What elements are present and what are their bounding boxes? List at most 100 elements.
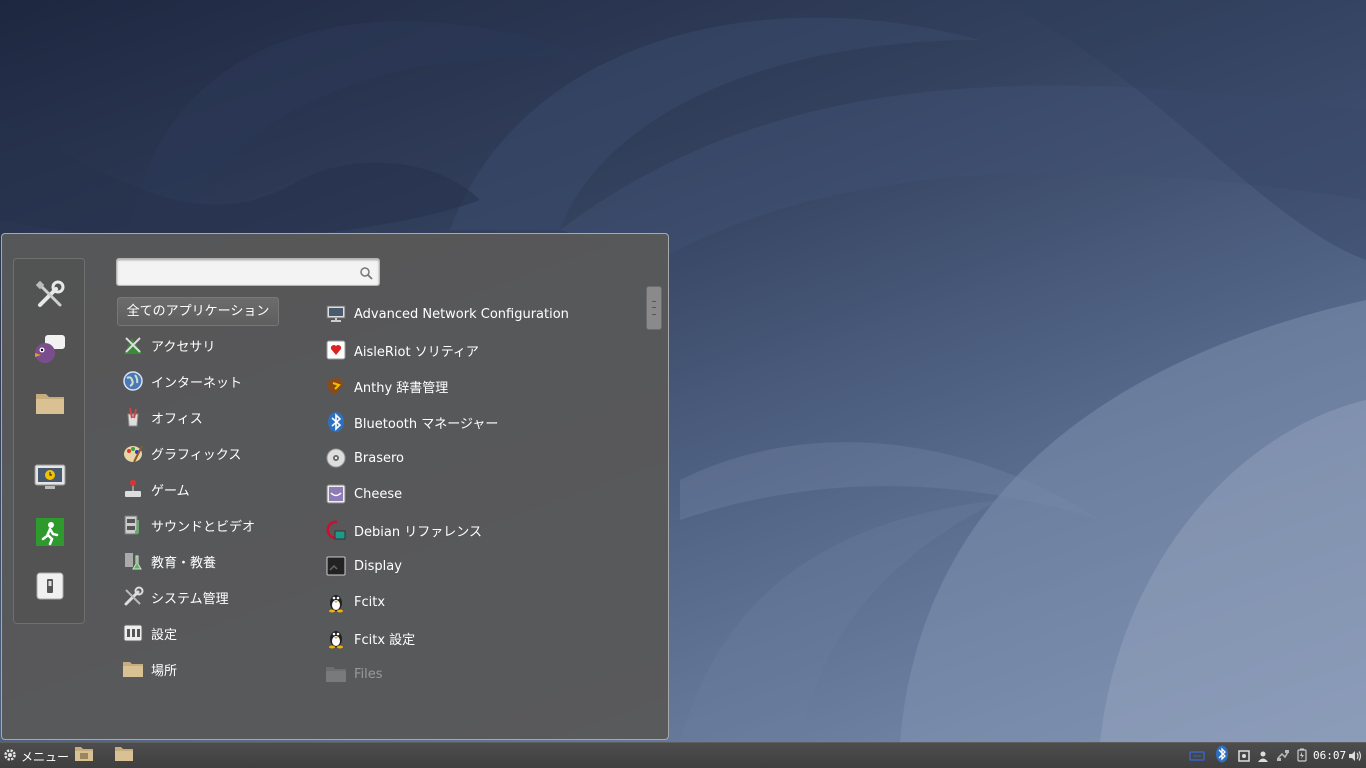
category-system-tools[interactable]: システム管理	[122, 584, 292, 610]
category-graphics[interactable]: グラフィックス	[122, 440, 292, 466]
app-label: Bluetooth マネージャー	[354, 416, 499, 432]
bluetooth-tray-button[interactable]	[1213, 745, 1231, 767]
keyboard-icon	[1189, 747, 1205, 766]
category-label: 場所	[151, 663, 178, 679]
keyboard-layout-indicator[interactable]	[1188, 746, 1206, 766]
app-fcitx[interactable]: Fcitx	[325, 588, 625, 616]
tux-icon	[325, 591, 347, 613]
files-launcher-button[interactable]	[113, 746, 135, 766]
category-label: ゲーム	[151, 483, 190, 499]
user-tray-button[interactable]	[1255, 746, 1271, 766]
category-label: インターネット	[151, 375, 243, 391]
office-icon	[122, 406, 144, 428]
app-label: Fcitx 設定	[354, 632, 416, 648]
screenshot-tray-button[interactable]	[1236, 746, 1252, 766]
favorite-tools[interactable]	[32, 279, 68, 315]
app-label: Display	[354, 558, 402, 574]
category-office[interactable]: オフィス	[122, 404, 292, 430]
app-label: Anthy 辞書管理	[354, 380, 449, 396]
graphics-icon	[122, 442, 144, 464]
app-files[interactable]: Files	[325, 660, 625, 688]
menu-label: メニュー	[21, 749, 70, 764]
lock-screen-icon	[33, 463, 67, 497]
app-label: AisleRiot ソリティア	[354, 344, 479, 360]
category-internet[interactable]: インターネット	[122, 368, 292, 394]
debian-icon	[325, 519, 347, 541]
accessories-icon	[122, 334, 144, 356]
system-tools-icon	[122, 586, 144, 608]
games-icon	[122, 478, 144, 500]
app-label: Files	[354, 666, 383, 682]
taskbar: メニュー 06:07	[0, 742, 1366, 768]
app-anthy-dictionary[interactable]: Anthy 辞書管理	[325, 372, 625, 400]
app-label: Brasero	[354, 450, 405, 466]
category-label: サウンドとビデオ	[151, 519, 256, 535]
category-accessories[interactable]: アクセサリ	[122, 332, 292, 358]
user-icon	[1257, 747, 1269, 766]
gear-icon	[3, 748, 17, 765]
app-cheese[interactable]: Cheese	[325, 480, 625, 508]
category-multimedia[interactable]: サウンドとビデオ	[122, 512, 292, 538]
search-icon	[360, 265, 373, 284]
favorite-files[interactable]	[32, 387, 68, 423]
show-desktop-button[interactable]	[73, 746, 95, 766]
pidgin-icon	[33, 333, 67, 369]
favorite-pidgin[interactable]	[32, 333, 68, 369]
display-icon	[325, 555, 347, 577]
bluetooth-icon	[1215, 745, 1229, 767]
network-config-icon	[325, 303, 347, 325]
places-folder-icon	[122, 658, 144, 680]
category-settings[interactable]: 設定	[122, 620, 292, 646]
app-debian-reference[interactable]: Debian リファレンス	[325, 516, 625, 544]
logout-icon	[35, 517, 65, 551]
application-menu: 全てのアプリケーション アクセサリ インターネット オフィス グラフィックス ゲ…	[1, 233, 669, 740]
tux-icon	[325, 627, 347, 649]
category-education[interactable]: 教育・教養	[122, 548, 292, 574]
tools-icon	[34, 279, 66, 315]
cheese-icon	[325, 483, 347, 505]
favorites-bar	[13, 258, 85, 624]
category-label: 教育・教養	[151, 555, 217, 571]
network-tray-button[interactable]	[1274, 746, 1292, 766]
cards-icon	[325, 339, 347, 361]
settings-icon	[122, 622, 144, 644]
favorite-shutdown[interactable]	[32, 570, 68, 606]
favorite-lock-screen[interactable]	[32, 462, 68, 498]
app-label: Advanced Network Configuration	[354, 306, 569, 322]
speaker-icon	[1348, 747, 1362, 766]
category-places[interactable]: 場所	[122, 656, 292, 682]
battery-tray-button[interactable]	[1294, 746, 1310, 766]
menu-button[interactable]: メニュー	[3, 746, 69, 766]
app-aisleriot-solitaire[interactable]: AisleRiot ソリティア	[325, 336, 625, 364]
app-bluetooth-manager[interactable]: Bluetooth マネージャー	[325, 408, 625, 436]
shutdown-icon	[35, 571, 65, 605]
volume-tray-button[interactable]	[1347, 746, 1363, 766]
folder-icon	[114, 745, 134, 767]
folder-icon	[34, 389, 66, 421]
search-box[interactable]	[116, 258, 380, 286]
folder-icon	[325, 663, 347, 685]
app-label: Cheese	[354, 486, 403, 502]
app-brasero[interactable]: Brasero	[325, 444, 625, 472]
disc-icon	[325, 447, 347, 469]
category-label: システム管理	[151, 591, 229, 607]
category-label: オフィス	[151, 411, 203, 427]
network-icon	[1276, 747, 1290, 766]
clock[interactable]: 06:07	[1313, 747, 1346, 765]
category-all-applications[interactable]: 全てのアプリケーション	[117, 297, 279, 326]
scrollbar-grip	[652, 301, 656, 315]
multimedia-icon	[122, 514, 144, 536]
screenshot-icon	[1238, 747, 1250, 766]
battery-icon	[1297, 747, 1307, 766]
category-games[interactable]: ゲーム	[122, 476, 292, 502]
app-list-scrollbar[interactable]	[646, 286, 662, 330]
dictionary-icon	[325, 375, 347, 397]
app-advanced-network-configuration[interactable]: Advanced Network Configuration	[325, 300, 625, 328]
category-label: グラフィックス	[151, 447, 242, 463]
search-input[interactable]	[123, 263, 357, 283]
app-fcitx-settings[interactable]: Fcitx 設定	[325, 624, 625, 652]
education-icon	[122, 550, 144, 572]
app-display[interactable]: Display	[325, 552, 625, 580]
favorite-logout[interactable]	[32, 516, 68, 552]
category-label: 設定	[151, 627, 178, 643]
